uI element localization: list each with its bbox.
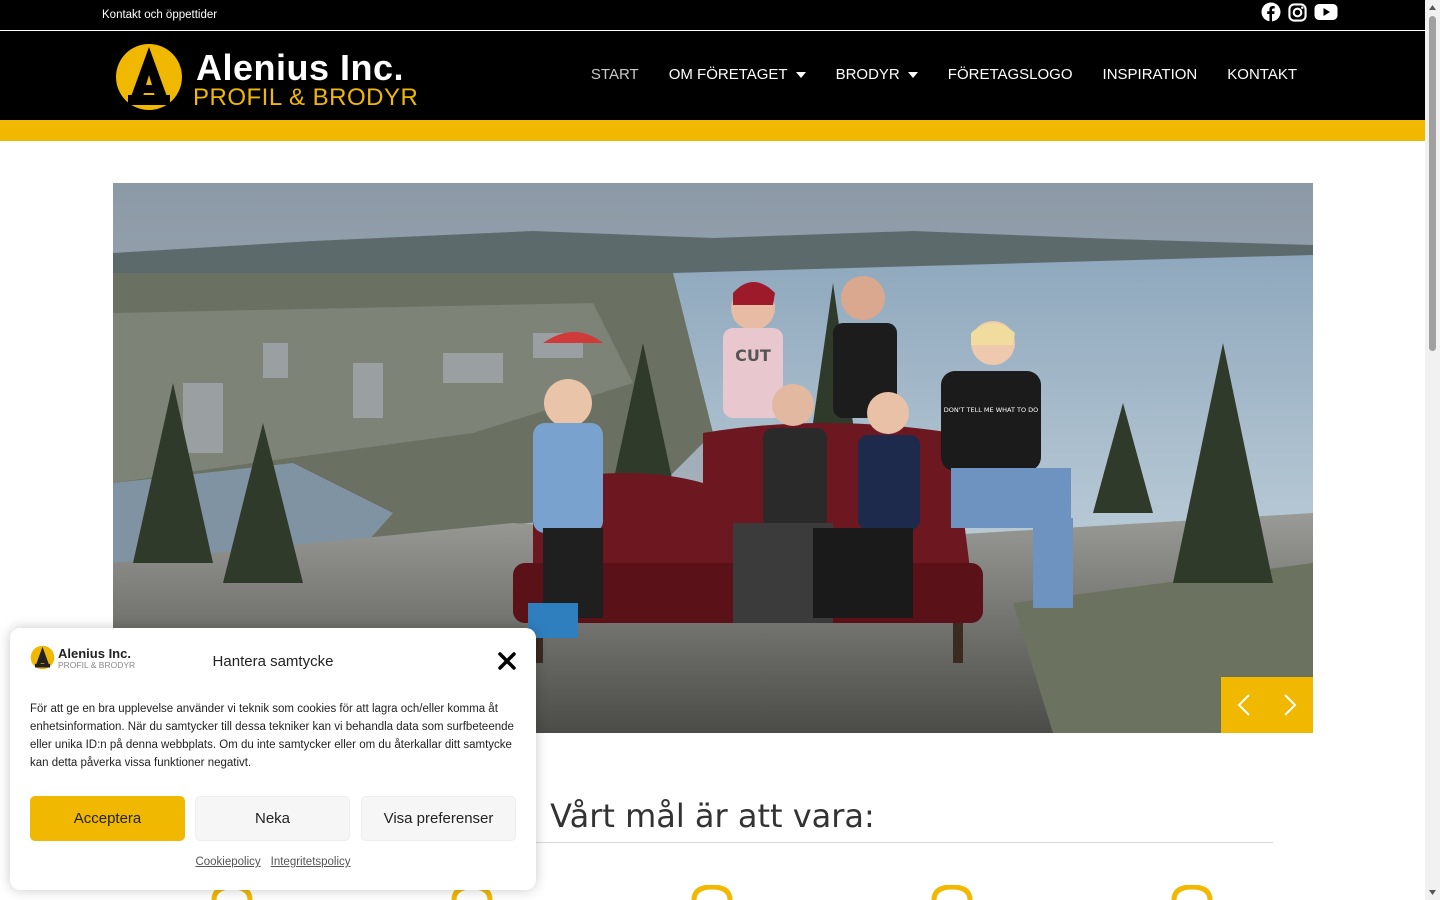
nav-item-om-foretaget[interactable]: OM FÖRETAGET [669, 66, 806, 83]
cookie-description: För att ge en bra upplevelse använder vi… [30, 703, 514, 769]
cookie-policy-link[interactable]: Cookiepolicy [195, 856, 260, 868]
header-accent-band [0, 120, 1425, 141]
main-nav: START OM FÖRETAGET BRODYR FÖRETAGSLOGO I… [591, 66, 1297, 83]
nav-item-foretagslogo[interactable]: FÖRETAGSLOGO [948, 66, 1073, 83]
accept-button[interactable]: Acceptera [30, 796, 185, 841]
nav-label: FÖRETAGSLOGO [947, 66, 1073, 83]
scroll-up-arrow-icon[interactable] [1428, 3, 1437, 12]
nav-item-start[interactable]: START [591, 66, 639, 83]
page-scrollbar[interactable] [1425, 0, 1440, 900]
view-preferences-button[interactable]: Visa preferenser [361, 796, 516, 841]
chevron-left-icon [1237, 694, 1250, 716]
nav-label: START [590, 66, 639, 83]
value-icon [691, 885, 733, 900]
cookie-dialog-title: Hantera samtycke [212, 653, 334, 670]
youtube-icon[interactable] [1314, 3, 1338, 21]
logo-title: Alenius Inc. [196, 47, 405, 88]
facebook-icon[interactable] [1261, 2, 1281, 22]
close-icon[interactable] [498, 652, 516, 670]
site-header: Alenius Inc. PROFIL & BRODYR START OM FÖ… [0, 31, 1425, 120]
nav-label: OM FÖRETAGET [668, 66, 788, 83]
nav-label: KONTAKT [1227, 66, 1297, 83]
nav-item-kontakt[interactable]: KONTAKT [1227, 66, 1297, 83]
logo-mark-icon [116, 44, 182, 110]
privacy-policy-link[interactable]: Integritetspolicy [271, 856, 351, 868]
nav-label: BRODYR [835, 66, 900, 83]
nav-item-brodyr[interactable]: BRODYR [836, 66, 918, 83]
nav-item-inspiration[interactable]: INSPIRATION [1103, 66, 1198, 83]
contact-hours-link[interactable]: Kontakt och öppettider [102, 9, 217, 21]
cookie-consent-dialog: Alenius Inc. PROFIL & BRODYR Hantera sam… [10, 628, 536, 890]
scroll-down-arrow-icon[interactable] [1428, 888, 1437, 897]
deny-button[interactable]: Neka [195, 796, 350, 841]
instagram-icon[interactable] [1288, 2, 1307, 22]
slider-prev-button[interactable] [1221, 677, 1267, 733]
site-logo[interactable]: Alenius Inc. PROFIL & BRODYR [114, 43, 418, 111]
slider-controls [1221, 677, 1313, 733]
social-links [1261, 2, 1338, 22]
top-bar: Kontakt och öppettider [0, 0, 1425, 30]
value-icon [931, 885, 973, 900]
shirt-print: CUT [735, 346, 771, 365]
caret-down-icon [907, 71, 918, 78]
value-icon [1171, 885, 1213, 900]
logo-subtitle: PROFIL & BRODYR [193, 84, 419, 111]
cookie-policy-links: Cookiepolicy Integritetspolicy [10, 856, 536, 868]
scrollbar-thumb[interactable] [1429, 16, 1436, 351]
chevron-right-icon [1284, 694, 1297, 716]
slider-next-button[interactable] [1267, 677, 1313, 733]
sweater-print: DON'T TELL ME WHAT TO DO [944, 406, 1039, 414]
caret-down-icon [795, 71, 806, 78]
nav-label: INSPIRATION [1102, 66, 1198, 83]
